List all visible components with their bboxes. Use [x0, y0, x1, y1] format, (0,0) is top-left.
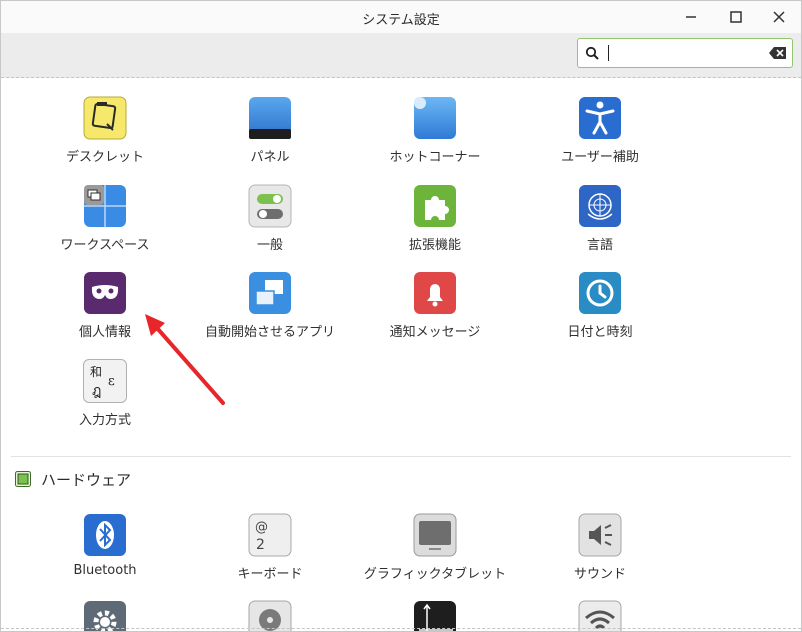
hardware-chip-icon — [15, 471, 31, 487]
settings-content: デスクレット パネル ホットコーナー ユーザー補助 ワークスペース 一般 拡張機… — [1, 78, 801, 631]
item-label: ホットコーナー — [389, 150, 481, 165]
minimize-button[interactable] — [681, 7, 701, 27]
privacy-icon — [83, 271, 127, 315]
item-label: ワークスペース — [60, 238, 150, 253]
close-button[interactable] — [769, 7, 789, 27]
item-sound[interactable]: サウンド — [518, 513, 682, 582]
keyboard-icon: @2 — [248, 513, 292, 557]
svg-text:@: @ — [255, 520, 268, 535]
item-accessibility[interactable]: ユーザー補助 — [518, 96, 682, 165]
item-label: 日付と時刻 — [567, 325, 633, 340]
item-label: 通知メッセージ — [389, 325, 481, 340]
section-title: ハードウェア — [41, 471, 132, 489]
item-keyboard[interactable]: @2 キーボード — [188, 513, 352, 582]
item-label: ユーザー補助 — [561, 150, 639, 165]
bluetooth-icon — [83, 513, 127, 557]
toolbar — [1, 33, 801, 78]
item-label: サウンド — [573, 567, 626, 582]
search-input[interactable] — [577, 38, 793, 68]
item-general[interactable]: 一般 — [188, 184, 352, 253]
input-kanji: 和 — [90, 365, 103, 379]
desklets-icon — [83, 96, 127, 140]
graphics-tablet-icon — [413, 513, 457, 557]
scroll-edge — [1, 628, 801, 629]
title-bar: システム設定 — [1, 1, 801, 33]
hot-corners-icon — [413, 96, 457, 140]
annotation-arrow — [145, 314, 225, 405]
minimize-icon — [686, 16, 696, 18]
item-hot-corners[interactable]: ホットコーナー — [353, 96, 517, 165]
accessibility-icon — [578, 96, 622, 140]
maximize-icon — [730, 11, 742, 23]
startup-apps-icon — [248, 271, 292, 315]
item-label: 言語 — [586, 238, 613, 253]
item-workspaces[interactable]: ワークスペース — [23, 184, 187, 253]
general-icon — [248, 184, 292, 228]
panel-icon — [248, 96, 292, 140]
item-label: グラフィックタブレット — [363, 567, 507, 582]
search-icon — [585, 46, 599, 60]
item-panel[interactable]: パネル — [188, 96, 352, 165]
close-icon — [773, 11, 785, 23]
section-divider — [11, 456, 791, 457]
item-label: デスクレット — [65, 150, 144, 165]
item-label: 一般 — [256, 238, 283, 253]
item-notifications[interactable]: 通知メッセージ — [353, 271, 517, 340]
item-label: パネル — [250, 150, 290, 165]
input-other: ε — [108, 374, 115, 389]
input-method-icon: 和 ฎ ε — [83, 359, 127, 403]
text-cursor — [608, 45, 609, 61]
svg-text:2: 2 — [256, 537, 265, 553]
item-label: キーボード — [237, 567, 303, 582]
item-graphics-tablet[interactable]: グラフィックタブレット — [353, 513, 517, 582]
item-date-time[interactable]: 日付と時刻 — [518, 271, 682, 340]
maximize-button[interactable] — [726, 7, 746, 27]
item-bluetooth[interactable]: Bluetooth — [23, 513, 187, 578]
item-languages[interactable]: 言語 — [518, 184, 682, 253]
notifications-icon — [413, 271, 457, 315]
item-label: 拡張機能 — [408, 238, 461, 253]
languages-icon — [578, 184, 622, 228]
item-desklets[interactable]: デスクレット — [23, 96, 187, 165]
sound-icon — [578, 513, 622, 557]
workspaces-icon — [83, 184, 127, 228]
item-label: Bluetooth — [73, 563, 137, 578]
input-thai: ฎ — [92, 383, 102, 399]
clear-search-icon[interactable] — [769, 47, 787, 59]
item-extensions[interactable]: 拡張機能 — [353, 184, 517, 253]
settings-window: システム設定 デスクレット パネル ホットコーナー ユーザー補助 ワークスペース… — [0, 0, 802, 632]
date-time-icon — [578, 271, 622, 315]
extensions-icon — [413, 184, 457, 228]
